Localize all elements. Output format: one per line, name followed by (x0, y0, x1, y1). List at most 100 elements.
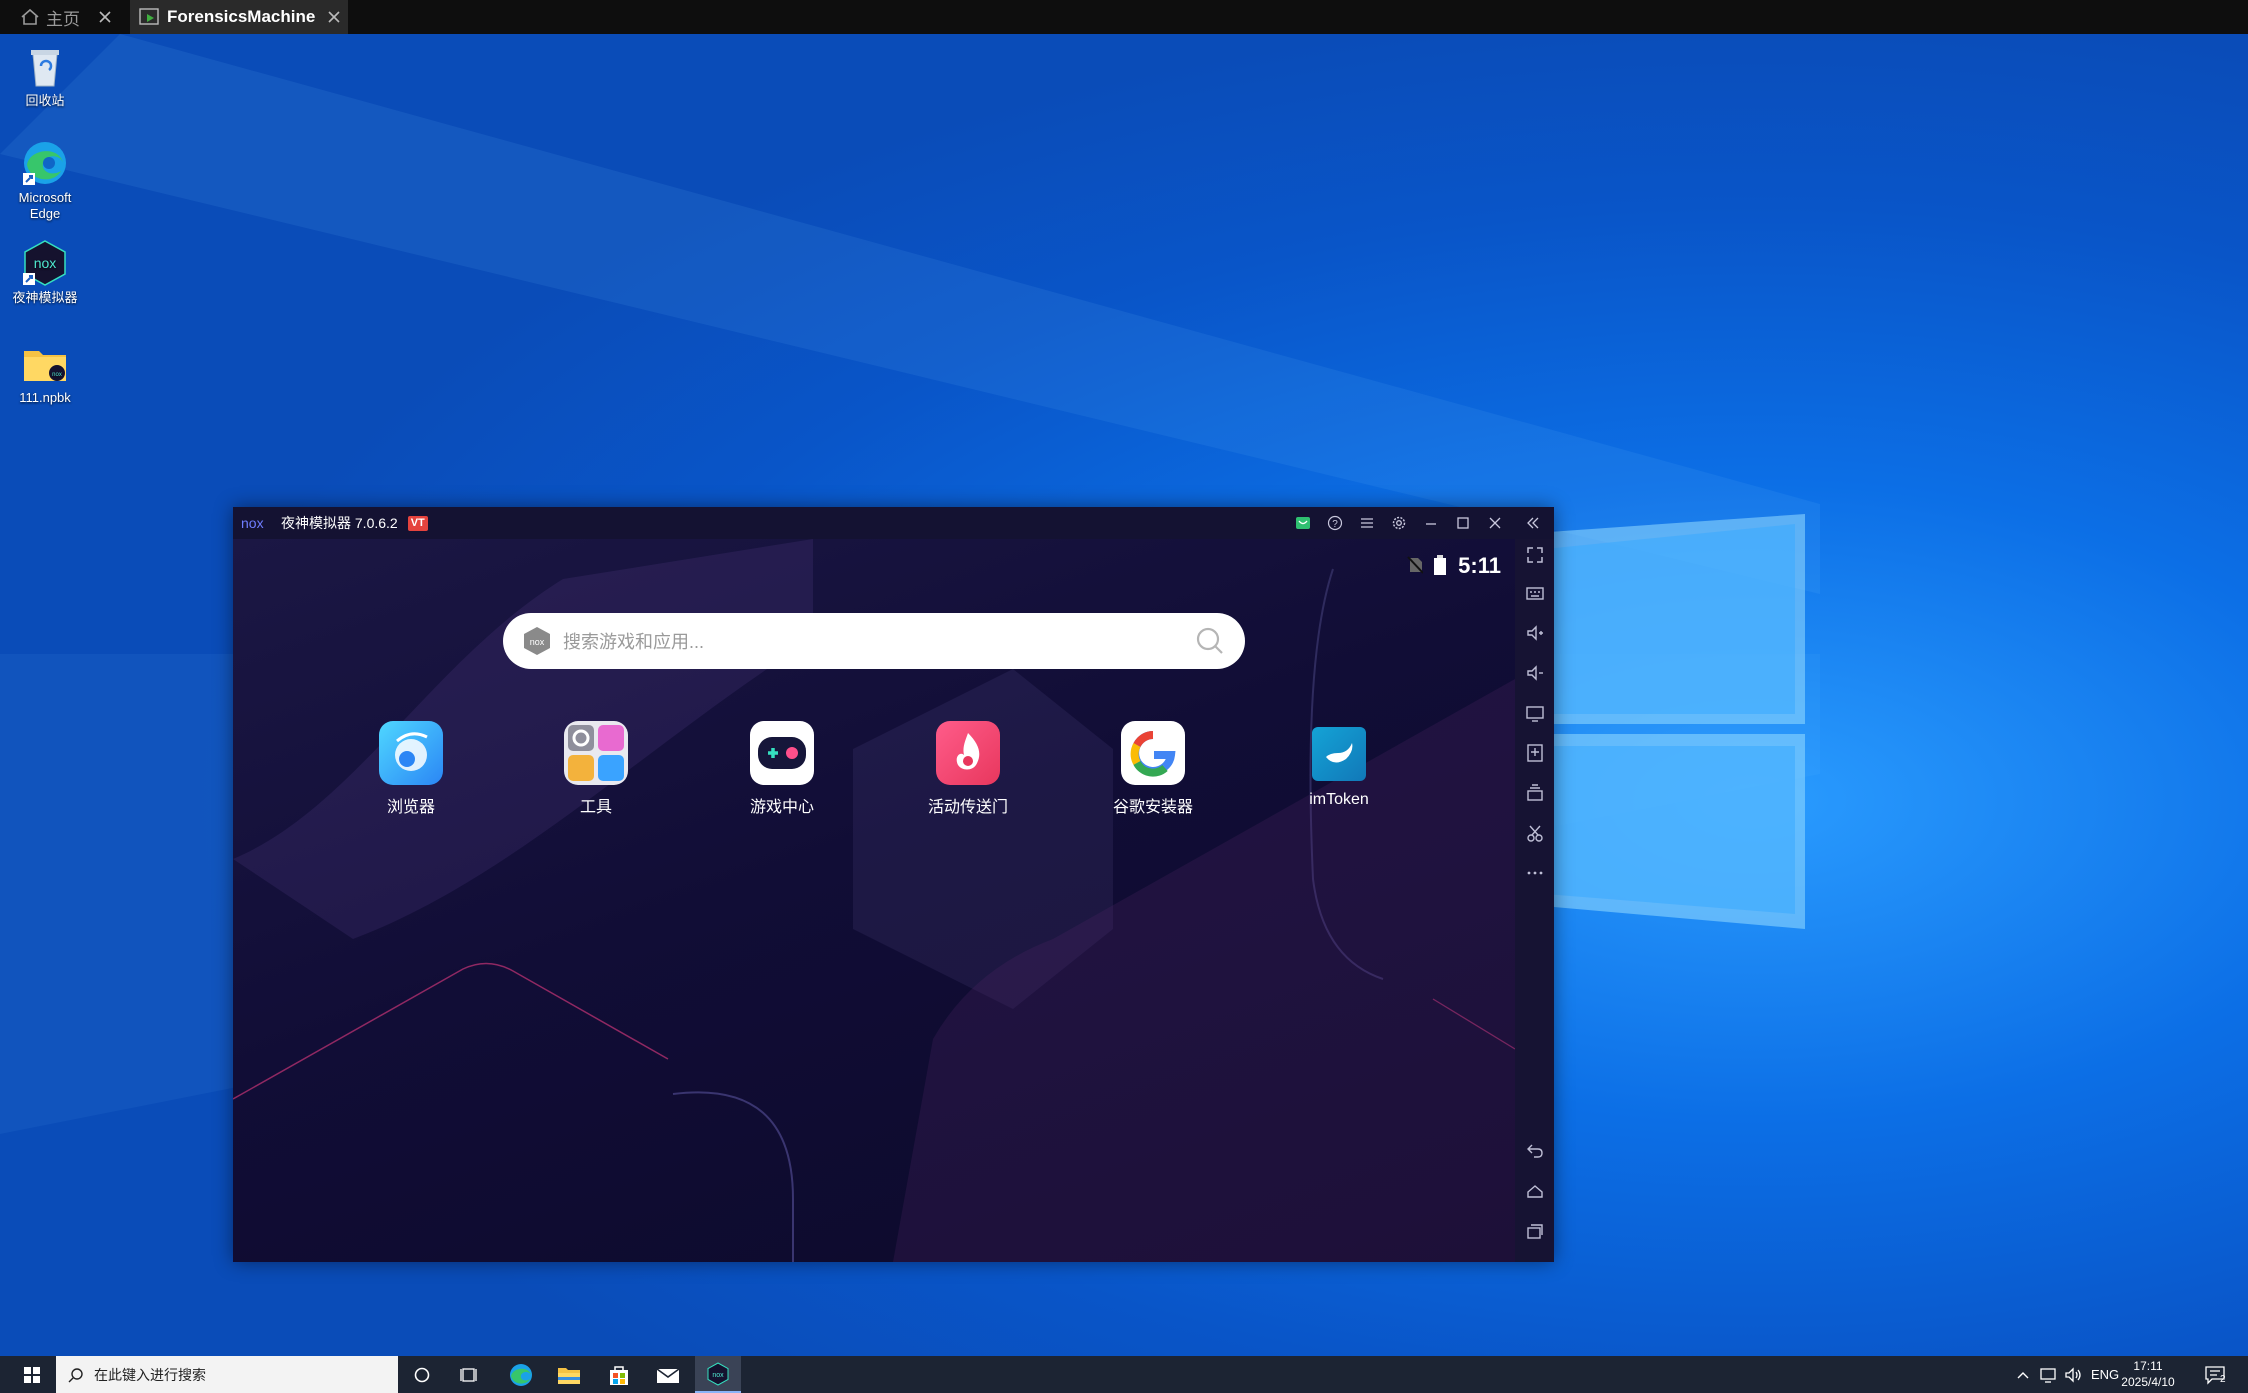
app-activity-portal-label: 活动传送门 (927, 799, 1008, 816)
edge-label: Microsoft Edge (18, 190, 72, 221)
back-icon[interactable] (1523, 1139, 1547, 1163)
taskbar-store[interactable] (596, 1356, 642, 1393)
nox-logo-icon: nox (241, 516, 264, 530)
tab-forensics-machine-label: ForensicsMachine (167, 7, 316, 26)
windows-logo-icon (24, 1366, 40, 1383)
recycle-bin-desktop-icon[interactable]: 回收站 (12, 42, 78, 109)
app-activity-portal[interactable]: 活动传送门 (913, 721, 1023, 817)
task-view-button[interactable] (447, 1356, 493, 1393)
app-tools-label: 工具 (579, 799, 612, 816)
nox-desktop-icon[interactable]: nox 夜神模拟器 (12, 239, 78, 306)
npbk-file-desktop-icon[interactable]: nox 111.npbk (12, 339, 78, 406)
task-view-icon (460, 1367, 477, 1382)
start-button[interactable] (8, 1356, 56, 1393)
no-sim-icon (1407, 556, 1423, 574)
vm-tab-bar: 主页 ForensicsMachine (0, 0, 2248, 34)
show-hidden-icons-chevron-icon[interactable] (2016, 1356, 2030, 1393)
collapse-sidebar-icon[interactable] (1523, 513, 1543, 533)
screen-record-icon[interactable] (1523, 701, 1547, 725)
volume-up-icon[interactable] (1523, 621, 1547, 645)
settings-gear-icon[interactable] (1389, 513, 1409, 533)
svg-text:?: ? (1332, 519, 1338, 530)
edge-icon (21, 139, 69, 187)
tools-folder-icon (564, 721, 628, 785)
nox-side-toolbar (1515, 539, 1554, 1262)
volume-down-icon[interactable] (1523, 661, 1547, 685)
cortana-icon (414, 1367, 430, 1382)
minimize-icon[interactable] (1421, 513, 1441, 533)
multi-instance-icon[interactable] (1523, 781, 1547, 805)
taskbar-edge[interactable] (498, 1356, 544, 1393)
android-home-screen[interactable]: 5:11 nox 搜索游戏和应用... 浏览器 工具 游戏中心 活动传送门 谷歌… (233, 539, 1515, 1262)
browser-icon (379, 721, 443, 785)
app-search-bar[interactable]: nox 搜索游戏和应用... (503, 613, 1245, 669)
nox-store-button[interactable] (1293, 513, 1313, 533)
close-icon[interactable] (1485, 513, 1505, 533)
vm-icon (139, 7, 161, 27)
app-game-center[interactable]: 游戏中心 (727, 721, 837, 817)
store-icon (610, 1365, 628, 1385)
taskbar-search[interactable]: 在此键入进行搜索 (56, 1356, 398, 1393)
taskbar-search-placeholder: 在此键入进行搜索 (94, 1366, 206, 1383)
more-icon[interactable] (1523, 861, 1547, 885)
maximize-icon[interactable] (1453, 513, 1473, 533)
taskbar-file-explorer[interactable] (546, 1356, 592, 1393)
app-browser[interactable]: 浏览器 (356, 721, 466, 817)
fullscreen-icon[interactable] (1523, 543, 1547, 567)
notification-center[interactable]: 2 (2204, 1356, 2228, 1393)
scissors-icon[interactable] (1523, 821, 1547, 845)
nox-search-logo-icon: nox (524, 627, 550, 655)
recent-apps-icon[interactable] (1523, 1219, 1547, 1243)
network-icon[interactable] (2040, 1356, 2058, 1393)
search-icon[interactable] (1195, 626, 1225, 656)
nox-brand: nox 夜神模拟器 7.0.6.2 VT (241, 513, 428, 533)
tab-home-close-icon[interactable] (98, 10, 112, 24)
mail-icon (656, 1367, 680, 1383)
install-apk-icon[interactable] (1523, 741, 1547, 765)
nox-emulator-window: nox 夜神模拟器 7.0.6.2 VT ? 5:11 nox 搜索游戏和应用.… (233, 507, 1554, 1262)
tab-home[interactable]: 主页 (8, 0, 120, 34)
svg-text:nox: nox (34, 255, 57, 271)
svg-text:nox: nox (530, 637, 545, 647)
taskbar-nox[interactable]: nox (695, 1356, 741, 1393)
cortana-button[interactable] (399, 1356, 445, 1393)
svg-text:nox: nox (52, 372, 62, 378)
tab-forensics-machine[interactable]: ForensicsMachine (130, 0, 348, 34)
nox-icon: nox (707, 1361, 729, 1386)
app-tools[interactable]: 工具 (541, 721, 651, 817)
nox-title-bar[interactable]: nox 夜神模拟器 7.0.6.2 VT ? (233, 507, 1554, 539)
app-browser-label: 浏览器 (386, 799, 435, 816)
speaker-icon[interactable] (2064, 1356, 2084, 1393)
svg-text:nox: nox (712, 1372, 724, 1379)
recycle-bin-label: 回收站 (25, 93, 65, 108)
app-google-installer-label: 谷歌安装器 (1112, 799, 1193, 816)
vt-badge: VT (407, 515, 428, 531)
nox-label: 夜神模拟器 (12, 290, 78, 305)
menu-icon[interactable] (1357, 513, 1377, 533)
imtoken-icon (1312, 727, 1366, 781)
tab-home-label: 主页 (46, 9, 80, 29)
keyboard-icon[interactable] (1523, 581, 1547, 605)
game-center-icon (750, 721, 814, 785)
nox-title-text: 夜神模拟器 7.0.6.2 (281, 515, 398, 531)
notification-count: 2 (2220, 1374, 2226, 1385)
help-icon[interactable]: ? (1325, 513, 1345, 533)
tab-forensics-close-icon[interactable] (327, 10, 341, 24)
app-google-installer[interactable]: 谷歌安装器 (1098, 721, 1208, 817)
taskbar-clock[interactable]: 17:11 2025/4/10 (2108, 1358, 2188, 1390)
folder-icon: nox (21, 339, 69, 387)
google-icon (1121, 721, 1185, 785)
home-button-icon[interactable] (1523, 1179, 1547, 1203)
recycle-bin-icon (21, 42, 69, 90)
battery-icon (1434, 555, 1446, 575)
activity-portal-icon (936, 721, 1000, 785)
app-imtoken[interactable]: imToken (1284, 721, 1394, 809)
status-time: 5:11 (1458, 553, 1501, 578)
taskbar: 在此键入进行搜索 nox ENG 17:11 2025/4/10 2 (0, 1356, 2248, 1393)
nox-icon: nox (21, 239, 69, 287)
taskbar-mail[interactable] (645, 1356, 691, 1393)
edge-desktop-icon[interactable]: Microsoft Edge (12, 139, 78, 222)
search-placeholder: 搜索游戏和应用... (563, 632, 705, 652)
search-icon (68, 1367, 83, 1382)
svg-text:nox: nox (241, 516, 264, 530)
